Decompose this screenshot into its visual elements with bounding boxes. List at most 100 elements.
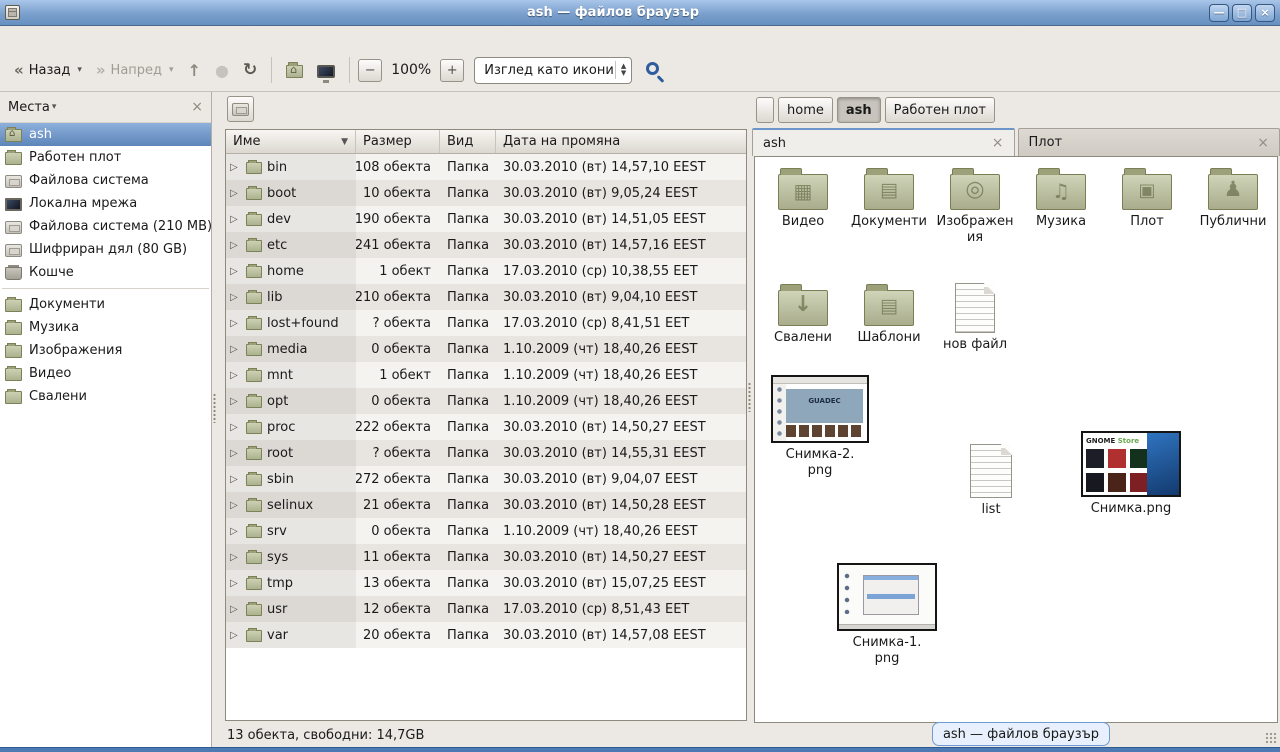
expander-icon[interactable]: ▷ <box>230 422 241 433</box>
forward-button[interactable]: » Напред ▾ <box>90 56 180 84</box>
menu-item[interactable] <box>96 36 114 40</box>
expander-icon[interactable]: ▷ <box>230 448 241 459</box>
taskbar-window-button[interactable]: ash — файлов браузър <box>932 722 1110 746</box>
table-row[interactable]: ▷ boot 10 обекта Папка 30.03.2010 (вт) 9… <box>226 180 746 206</box>
sidebar-item[interactable]: ash <box>0 123 211 146</box>
list-item[interactable]: Видео <box>760 165 846 246</box>
list-item[interactable]: Документи <box>846 165 932 246</box>
reload-button[interactable]: ↻ <box>237 55 263 85</box>
image-file-snimka[interactable]: GNOME Store Снимка.png <box>1076 431 1186 517</box>
tab[interactable]: ash × <box>752 128 1015 156</box>
chevron-down-icon[interactable]: ▾ <box>77 65 82 75</box>
sidebar-item[interactable]: Файлова система (210 MB) <box>0 215 211 238</box>
table-row[interactable]: ▷ dev 190 обекта Папка 30.03.2010 (вт) 1… <box>226 206 746 232</box>
table-row[interactable]: ▷ home 1 обект Папка 17.03.2010 (ср) 10,… <box>226 258 746 284</box>
table-row[interactable]: ▷ opt 0 обекта Папка 1.10.2009 (чт) 18,4… <box>226 388 746 414</box>
zoom-out-button[interactable]: − <box>358 59 382 82</box>
table-row[interactable]: ▷ lost+found ? обекта Папка 17.03.2010 (… <box>226 310 746 336</box>
list-item[interactable]: Шаблони <box>846 281 932 353</box>
computer-button[interactable] <box>311 58 341 83</box>
expander-icon[interactable]: ▷ <box>230 474 241 485</box>
tab-close-icon[interactable]: × <box>1257 135 1269 151</box>
expander-icon[interactable]: ▷ <box>230 344 241 355</box>
list-item[interactable]: нов файл <box>932 281 1018 353</box>
menu-item[interactable] <box>78 36 96 40</box>
path-button[interactable] <box>756 97 774 123</box>
minimize-button[interactable]: — <box>1209 4 1229 22</box>
table-row[interactable]: ▷ sys 11 обекта Папка 30.03.2010 (вт) 14… <box>226 544 746 570</box>
zoom-in-button[interactable]: + <box>440 59 464 82</box>
list-item[interactable]: Публични <box>1190 165 1276 246</box>
sidebar-item[interactable]: Свалени <box>0 385 211 408</box>
table-row[interactable]: ▷ srv 0 обекта Папка 1.10.2009 (чт) 18,4… <box>226 518 746 544</box>
sidebar-item[interactable]: Работен плот <box>0 146 211 169</box>
menu-item[interactable] <box>6 36 24 40</box>
column-header-size[interactable]: Размер <box>356 130 440 153</box>
chevron-down-icon[interactable]: ▾ <box>169 65 174 75</box>
expander-icon[interactable]: ▷ <box>230 604 241 615</box>
expander-icon[interactable]: ▷ <box>230 214 241 225</box>
expander-icon[interactable]: ▷ <box>230 500 241 511</box>
stop-button[interactable]: ● <box>209 56 235 85</box>
menu-item[interactable] <box>24 36 42 40</box>
list-item[interactable]: Изображения <box>932 165 1018 246</box>
expander-icon[interactable]: ▷ <box>230 318 241 329</box>
table-row[interactable]: ▷ var 20 обекта Папка 30.03.2010 (вт) 14… <box>226 622 746 648</box>
sidebar-item[interactable]: Кошче <box>0 261 211 284</box>
sidebar-item[interactable]: Документи <box>0 293 211 316</box>
root-location-button[interactable] <box>227 96 254 122</box>
image-file-snimka-2[interactable]: GUADEC Снимка-2.png <box>765 375 875 479</box>
sidebar-close-icon[interactable]: × <box>191 99 203 115</box>
table-row[interactable]: ▷ sbin 272 обекта Папка 30.03.2010 (вт) … <box>226 466 746 492</box>
sidebar-item[interactable]: Шифриран дял (80 GB) <box>0 238 211 261</box>
menu-item[interactable] <box>60 36 78 40</box>
table-row[interactable]: ▷ usr 12 обекта Папка 17.03.2010 (ср) 8,… <box>226 596 746 622</box>
table-row[interactable]: ▷ proc 222 обекта Папка 30.03.2010 (вт) … <box>226 414 746 440</box>
expander-icon[interactable]: ▷ <box>230 526 241 537</box>
table-row[interactable]: ▷ tmp 13 обекта Папка 30.03.2010 (вт) 15… <box>226 570 746 596</box>
maximize-button[interactable]: □ <box>1232 4 1252 22</box>
expander-icon[interactable]: ▷ <box>230 630 241 641</box>
table-row[interactable]: ▷ lib 210 обекта Папка 30.03.2010 (вт) 9… <box>226 284 746 310</box>
path-button[interactable]: Работен плот <box>885 97 995 123</box>
table-row[interactable]: ▷ mnt 1 обект Папка 1.10.2009 (чт) 18,40… <box>226 362 746 388</box>
table-row[interactable]: ▷ media 0 обекта Папка 1.10.2009 (чт) 18… <box>226 336 746 362</box>
tab-close-icon[interactable]: × <box>992 135 1004 151</box>
expander-icon[interactable]: ▷ <box>230 370 241 381</box>
table-row[interactable]: ▷ etc 241 обекта Папка 30.03.2010 (вт) 1… <box>226 232 746 258</box>
view-mode-select[interactable]: Изглед като икони ▲▼ <box>474 57 632 84</box>
path-button[interactable]: ash <box>837 97 881 123</box>
image-file-snimka-1[interactable]: Снимка-1.png <box>832 563 942 667</box>
menu-item[interactable] <box>42 36 60 40</box>
chevron-down-icon[interactable]: ▾ <box>52 102 57 112</box>
path-button[interactable]: home <box>778 97 833 123</box>
column-header-date[interactable]: Дата на промяна <box>496 130 746 153</box>
expander-icon[interactable]: ▷ <box>230 240 241 251</box>
table-row[interactable]: ▷ selinux 21 обекта Папка 30.03.2010 (вт… <box>226 492 746 518</box>
table-row[interactable]: ▷ bin 108 обекта Папка 30.03.2010 (вт) 1… <box>226 154 746 180</box>
column-header-name[interactable]: Име ▼ <box>226 130 356 153</box>
expander-icon[interactable]: ▷ <box>230 188 241 199</box>
home-button[interactable] <box>280 57 309 83</box>
sidebar-item[interactable]: Музика <box>0 316 211 339</box>
list-item[interactable]: Плот <box>1104 165 1190 246</box>
close-button[interactable]: × <box>1255 4 1275 22</box>
column-header-type[interactable]: Вид <box>440 130 496 153</box>
list-item[interactable]: Свалени <box>760 281 846 353</box>
resize-grip[interactable] <box>1265 732 1278 745</box>
expander-icon[interactable]: ▷ <box>230 266 241 277</box>
tab[interactable]: Плот × <box>1018 128 1280 156</box>
sidebar-item[interactable]: Изображения <box>0 339 211 362</box>
text-file-list[interactable]: list <box>936 442 1046 518</box>
icon-canvas[interactable]: Видео Документи Изображения Музика Плот … <box>754 156 1278 723</box>
expander-icon[interactable]: ▷ <box>230 578 241 589</box>
expander-icon[interactable]: ▷ <box>230 292 241 303</box>
sidebar-item[interactable]: Локална мрежа <box>0 192 211 215</box>
sidebar-item[interactable]: Видео <box>0 362 211 385</box>
expander-icon[interactable]: ▷ <box>230 552 241 563</box>
list-item[interactable]: Музика <box>1018 165 1104 246</box>
sidebar-title[interactable]: Места <box>8 100 50 115</box>
table-row[interactable]: ▷ root ? обекта Папка 30.03.2010 (вт) 14… <box>226 440 746 466</box>
file-manager-window-icon[interactable] <box>5 5 20 20</box>
search-icon[interactable] <box>646 62 659 75</box>
